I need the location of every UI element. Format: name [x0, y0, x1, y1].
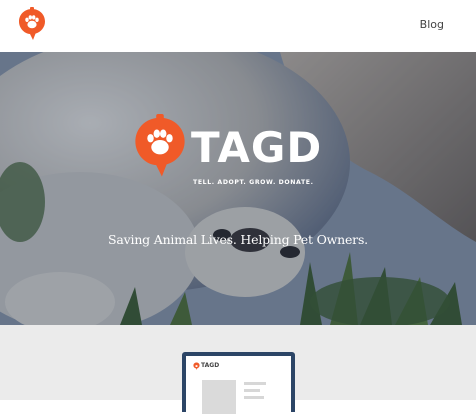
- brand-tagline: TELL. ADOPT. GROW. DONATE.: [193, 179, 314, 186]
- laptop-preview-screen: TAGD: [186, 356, 291, 416]
- paw-speech-bubble-logo-icon[interactable]: [18, 7, 46, 45]
- hero-overlay: [0, 52, 476, 325]
- preview-text-line: [244, 389, 260, 392]
- nav-link-blog[interactable]: Blog: [420, 18, 444, 31]
- paw-speech-bubble-logo-icon: [135, 114, 185, 177]
- preview-wordmark: TAGD: [201, 362, 220, 369]
- preview-section: TAGD: [0, 325, 476, 416]
- site-header: Blog: [0, 0, 476, 52]
- brand-wordmark: TAGD: [191, 123, 323, 172]
- paw-speech-bubble-logo-icon: [193, 362, 200, 370]
- hero-headline: Saving Animal Lives. Helping Pet Owners.: [108, 232, 368, 247]
- preview-text-line: [244, 382, 266, 385]
- laptop-preview-frame: TAGD: [182, 352, 295, 416]
- preview-text-line: [244, 396, 264, 399]
- preview-image-placeholder: [202, 380, 236, 414]
- hero-banner: TAGD TELL. ADOPT. GROW. DONATE. Saving A…: [0, 52, 476, 325]
